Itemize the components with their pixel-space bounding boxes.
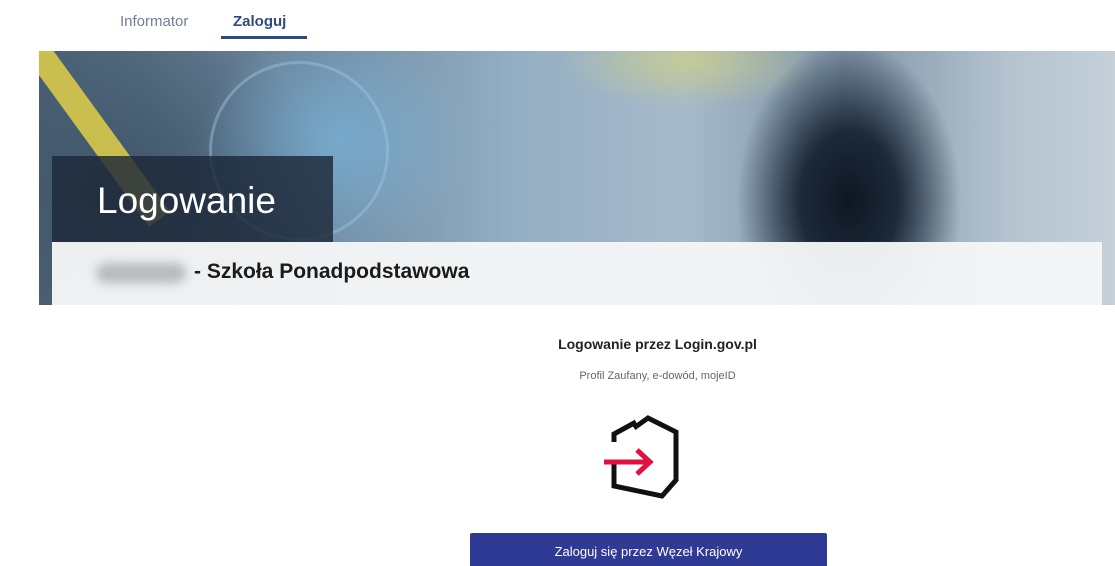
page-title: Logowanie [97,180,276,221]
login-heading: Logowanie przez Login.gov.pl [558,336,757,352]
login-gov-pl-icon [604,410,696,502]
top-navigation: Informator Zaloguj [0,0,1115,50]
tab-informator[interactable]: Informator [120,13,188,30]
active-tab-indicator [221,36,307,39]
school-name-band: - Szkoła Ponadpodstawowa [52,242,1102,305]
redacted-school-name [96,263,186,283]
login-wezel-krajowy-button[interactable]: Zaloguj się przez Węzeł Krajowy [470,533,827,566]
login-subtitle: Profil Zaufany, e-dowód, mojeID [579,370,736,382]
tab-zaloguj[interactable]: Zaloguj [233,13,286,30]
school-name: - Szkoła Ponadpodstawowa [194,260,470,283]
page-title-box: Logowanie [52,156,333,242]
